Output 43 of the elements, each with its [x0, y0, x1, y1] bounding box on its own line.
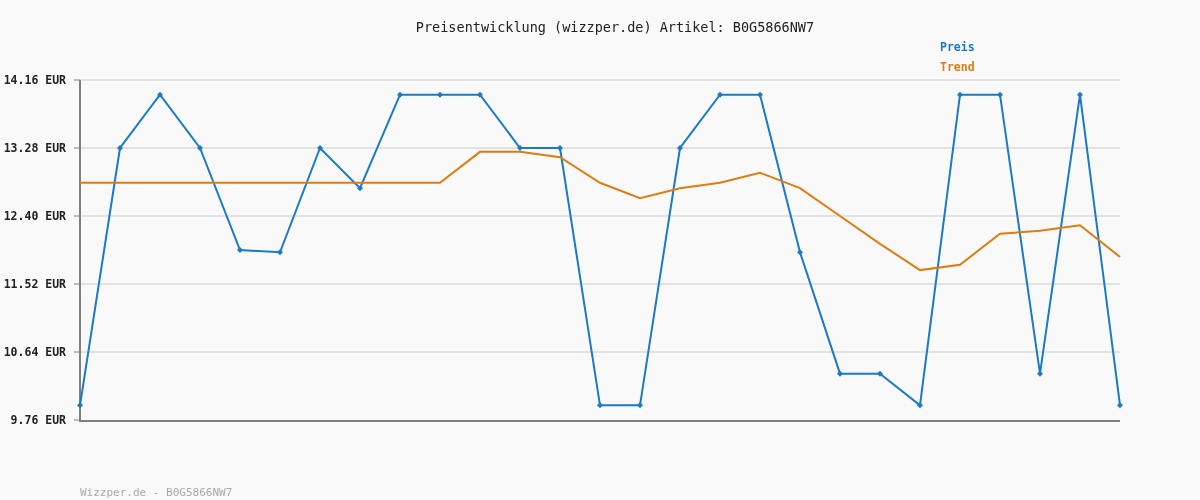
data-point	[597, 402, 603, 409]
y-axis-label: 14.16 EUR	[3, 73, 66, 87]
data-point	[357, 185, 363, 192]
data-point	[997, 91, 1003, 98]
data-point	[477, 91, 483, 98]
data-point	[917, 402, 923, 409]
data-point	[1077, 91, 1083, 98]
data-point	[277, 249, 283, 256]
y-axis-label: 9.76 EUR	[10, 413, 66, 427]
data-point	[637, 402, 643, 409]
axis-tick	[73, 419, 81, 421]
data-point	[77, 402, 83, 409]
data-point	[1037, 370, 1043, 377]
data-point	[157, 91, 163, 98]
data-point	[877, 370, 883, 377]
axis-tick	[73, 79, 81, 81]
y-axis-label: 11.52 EUR	[3, 277, 66, 291]
axis-tick	[73, 283, 81, 285]
y-axis-label: 12.40 EUR	[3, 209, 66, 223]
legend-label: Trend	[940, 60, 975, 74]
data-point	[197, 145, 203, 151]
data-point	[237, 247, 243, 253]
data-point	[797, 249, 803, 256]
axis-tick	[73, 215, 81, 217]
data-point	[957, 91, 963, 98]
y-axis-label: 10.64 EUR	[3, 345, 66, 359]
chart-title: Preisentwicklung (wizzper.de) Artikel: B0G5866NW7	[414, 19, 815, 36]
data-point	[397, 91, 403, 98]
footer-text: Wizzper.de - B0G5866NW7	[80, 486, 233, 499]
y-axis-label: 13.28 EUR	[3, 141, 66, 155]
data-point	[557, 145, 563, 151]
axis-tick	[73, 351, 81, 353]
axis-tick	[73, 147, 81, 149]
data-point	[317, 145, 323, 151]
legend-label: Preis	[940, 40, 975, 54]
data-point	[1117, 402, 1123, 409]
data-point	[717, 91, 723, 98]
data-point	[757, 91, 763, 98]
data-point	[837, 370, 843, 377]
data-point	[437, 91, 443, 98]
data-point	[117, 145, 123, 151]
data-point	[517, 145, 523, 151]
data-point	[677, 145, 683, 151]
